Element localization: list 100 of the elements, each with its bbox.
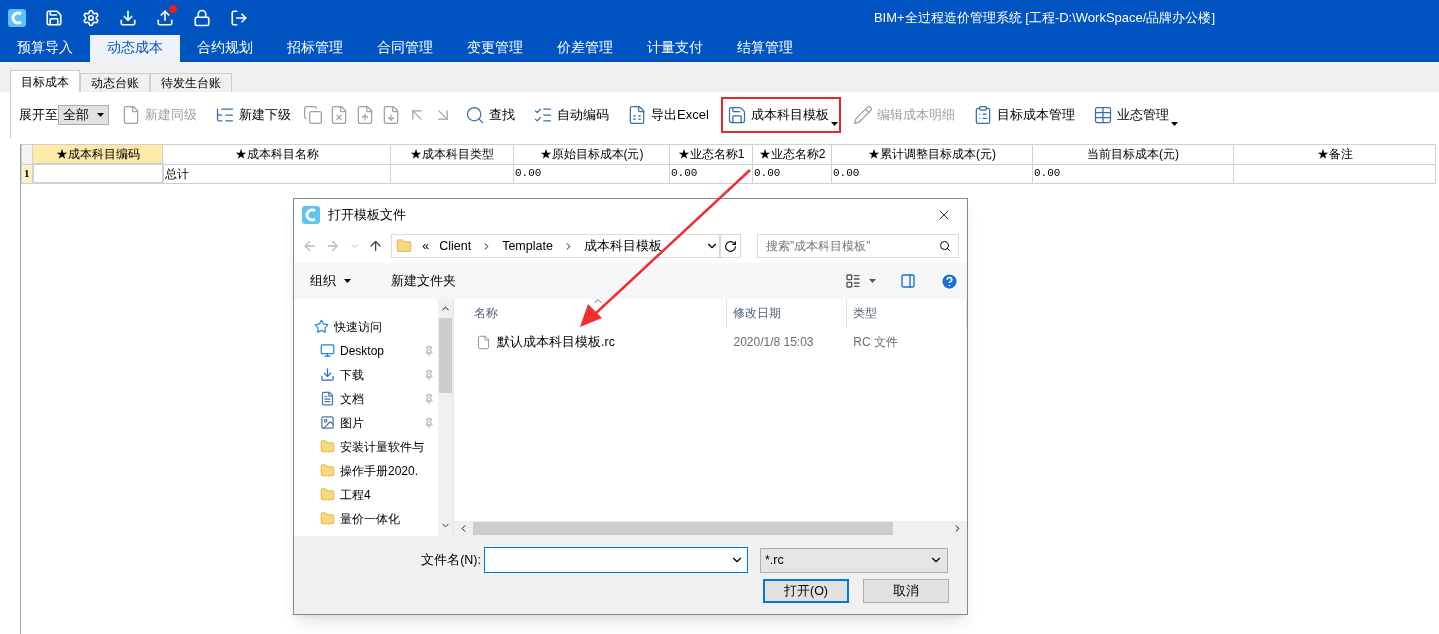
column-header[interactable]: ★成本科目编码 [32, 144, 163, 164]
toolbar-button[interactable]: 自动编码 [527, 97, 615, 133]
table-cell: 0.00 [831, 164, 1033, 183]
app-logo-icon [8, 8, 26, 27]
nav-item[interactable]: 图片 [340, 413, 419, 432]
main-tab[interactable]: 变更管理 [450, 35, 540, 62]
path-overflow: « [422, 237, 430, 255]
toolbar-button[interactable]: 查找 [459, 97, 521, 133]
toolbar-button[interactable]: 业态管理 [1086, 97, 1181, 133]
command-button[interactable]: 组织 [302, 271, 359, 291]
file-row[interactable]: 默认成本科目模板.rc 2020/1/8 15:03 RC 文件 [454, 329, 967, 355]
table-icon [1092, 105, 1113, 125]
save-icon[interactable] [45, 8, 63, 27]
table-cell: 0.00 [752, 164, 832, 183]
picture-icon [320, 415, 335, 430]
lock-icon[interactable] [193, 8, 211, 27]
caret-down-icon [869, 279, 876, 283]
main-tab[interactable]: 计量支付 [630, 35, 720, 62]
file-modified: 2020/1/8 15:03 [732, 334, 815, 351]
column-header[interactable]: 当前目标成本(元) [1032, 144, 1234, 164]
dialog-button[interactable]: 打开(O) [763, 579, 849, 603]
column-header[interactable]: 修改日期 [727, 299, 848, 327]
settings-icon[interactable] [82, 8, 100, 27]
column-header[interactable]: ★原始目标成本(元) [513, 144, 670, 164]
main-tab[interactable]: 结算管理 [720, 35, 810, 62]
caret-down-icon [344, 279, 351, 283]
refresh-button[interactable] [719, 234, 741, 258]
sub-tab[interactable]: 动态台账 [80, 73, 150, 92]
folder-icon [320, 439, 335, 454]
folder-icon [320, 487, 335, 502]
file-type: RC 文件 [852, 334, 899, 351]
exit-icon[interactable] [230, 8, 248, 27]
star-icon [314, 319, 329, 334]
nav-item[interactable]: 安装计量软件与 [340, 437, 434, 456]
column-header[interactable]: ★成本科目名称 [162, 144, 391, 164]
main-tab[interactable]: 价差管理 [540, 35, 630, 62]
toolbar-button[interactable]: 新建下级 [209, 97, 297, 133]
pencil-icon [852, 105, 873, 125]
refresh-icon [723, 239, 737, 253]
caret-down-icon [830, 122, 838, 126]
download-icon[interactable] [119, 8, 137, 27]
dialog-button[interactable]: 取消 [863, 579, 949, 603]
sub-tab[interactable]: 待发生台账 [150, 73, 232, 92]
pin-icon [424, 417, 434, 428]
folder-icon [320, 511, 335, 526]
table-cell: 0.00 [1032, 164, 1234, 183]
file-type-dropdown[interactable]: *.rc [760, 547, 948, 573]
main-tab[interactable]: 合约规划 [180, 35, 270, 62]
search-icon [465, 105, 485, 125]
nav-item[interactable]: 量价一体化 [340, 509, 434, 528]
document-icon [320, 391, 335, 406]
download-icon [320, 367, 335, 382]
command-button[interactable]: 新建文件夹 [383, 271, 464, 291]
pin-icon [424, 369, 434, 380]
pin-icon [424, 393, 434, 404]
main-tab[interactable]: 预算导入 [0, 35, 90, 62]
sub-tab[interactable]: 目标成本 [10, 70, 80, 92]
main-tab[interactable]: 合同管理 [360, 35, 450, 62]
nav-item[interactable]: 快速访问 [334, 317, 434, 336]
column-header[interactable]: ★备注 [1233, 144, 1436, 164]
search-field[interactable]: 搜索"成本科目模板" [757, 234, 959, 258]
vertical-scrollbar[interactable] [438, 299, 453, 536]
table-cell: 总计 [162, 164, 391, 183]
table-cell: 0.00 [513, 164, 670, 183]
column-header[interactable]: 类型 [847, 299, 967, 327]
filename-field[interactable] [484, 547, 748, 573]
toolbar-button[interactable]: 目标成本管理 [966, 97, 1081, 133]
nav-item[interactable]: 下载 [340, 365, 419, 384]
filename-label: 文件名(N): [420, 551, 482, 569]
column-header[interactable]: ★业态名称1 [669, 144, 753, 164]
main-tab[interactable]: 招标管理 [270, 35, 360, 62]
row-number: 1 [21, 164, 33, 183]
file-name: 默认成本科目模板.rc [497, 333, 615, 351]
toolbar-button[interactable]: 成本科目模板 [720, 97, 841, 133]
path-segment[interactable]: 成本科目模板 [583, 236, 662, 256]
document-icon [476, 334, 491, 350]
expand-label: 展开至 [19, 106, 58, 125]
window-title: BIM+全过程造价管理系统 [工程-D:\WorkSpace/品牌办公楼] [873, 8, 1215, 27]
toolbar-button[interactable]: 导出Excel [621, 97, 715, 133]
main-tab[interactable]: 动态成本 [90, 35, 180, 62]
dialog-title: 打开模板文件 [328, 206, 406, 225]
nav-item[interactable]: 文档 [340, 389, 419, 408]
help-icon[interactable] [940, 271, 959, 291]
preview-pane-icon[interactable] [900, 273, 916, 289]
column-header[interactable]: ★成本科目类型 [390, 144, 514, 164]
caret-down-icon [1170, 122, 1178, 126]
folder-icon [396, 238, 413, 254]
nav-item[interactable]: Desktop [340, 341, 419, 360]
nav-item[interactable]: 工程4 [340, 485, 434, 504]
horizontal-scrollbar[interactable] [454, 521, 967, 536]
nav-item[interactable]: 操作手册2020. [340, 461, 434, 480]
upload-icon[interactable] [156, 8, 174, 27]
column-header[interactable]: ★累计调整目标成本(元) [831, 144, 1033, 164]
expand-level-dropdown[interactable]: 全部 [58, 105, 109, 125]
column-header[interactable]: ★业态名称2 [752, 144, 832, 164]
spreadsheet-icon [627, 105, 647, 125]
view-options-button[interactable] [845, 273, 876, 289]
path-segment[interactable]: Client [439, 236, 472, 256]
address-bar[interactable]: « Client Template 成本科目模板 [391, 234, 720, 258]
path-segment[interactable]: Template [502, 236, 553, 256]
